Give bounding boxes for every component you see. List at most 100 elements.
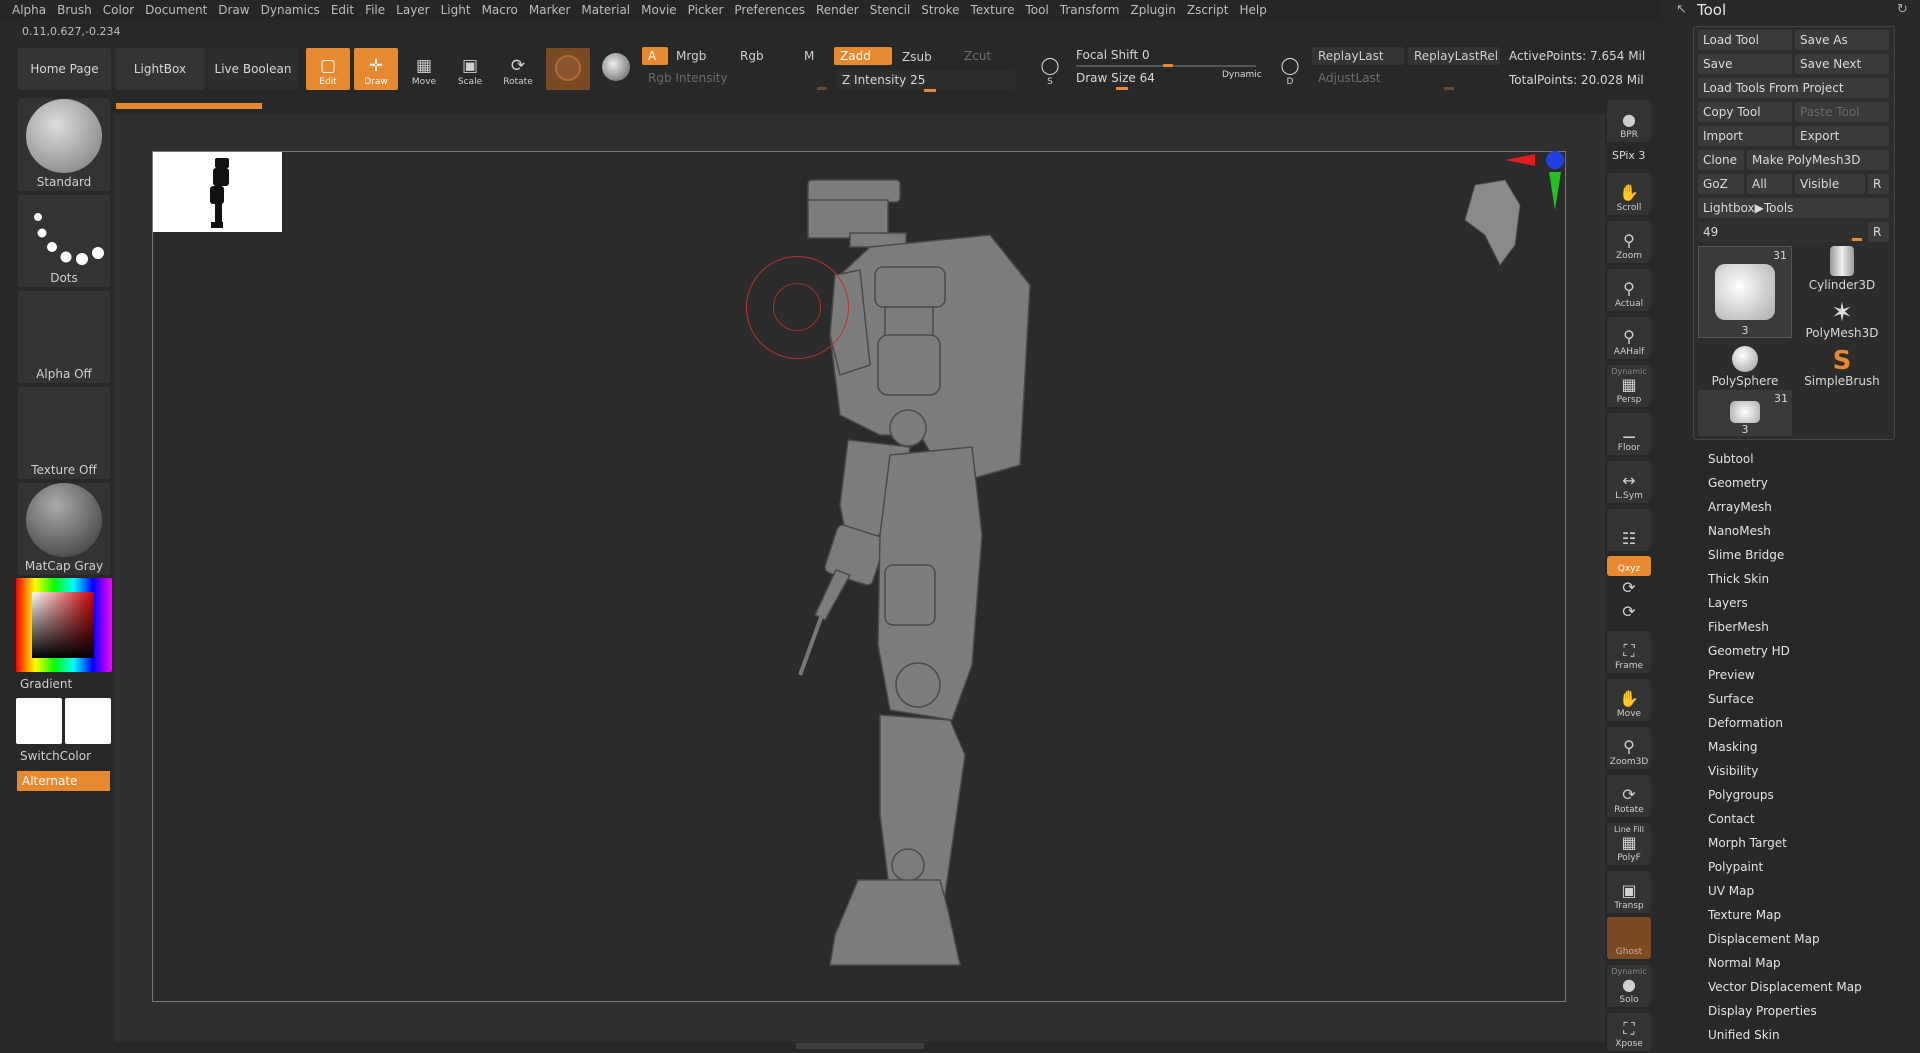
menu-material[interactable]: Material (581, 3, 630, 17)
menu-stroke[interactable]: Stroke (921, 3, 959, 17)
subpalette-deformation[interactable]: Deformation (1708, 716, 1783, 730)
tool-count-r-button[interactable]: R (1868, 222, 1889, 242)
bottom-shelf-toggle[interactable] (796, 1043, 924, 1049)
menu-brush[interactable]: Brush (57, 3, 92, 17)
polyf-button[interactable]: Line Fill ▦ PolyF (1607, 823, 1651, 865)
color-picker-square[interactable] (32, 592, 94, 658)
menu-stencil[interactable]: Stencil (870, 3, 911, 17)
load-tools-from-project-button[interactable]: Load Tools From Project (1698, 78, 1889, 98)
menu-picker[interactable]: Picker (688, 3, 724, 17)
menu-preferences[interactable]: Preferences (734, 3, 805, 17)
mrgb-toggle[interactable]: Mrgb (670, 47, 730, 65)
focal-shift-slider[interactable]: Focal Shift 0 (1070, 46, 1260, 64)
subpalette-thick-skin[interactable]: Thick Skin (1708, 572, 1769, 586)
material-selector[interactable]: MatCap Gray (18, 483, 110, 575)
subpalette-masking[interactable]: Masking (1708, 740, 1757, 754)
menu-movie[interactable]: Movie (641, 3, 677, 17)
subpalette-morph-target[interactable]: Morph Target (1708, 836, 1787, 850)
lightbox-button[interactable]: LightBox (115, 48, 205, 90)
tool-tile-robot[interactable]: 31 3 (1698, 246, 1792, 338)
save-as-button[interactable]: Save As (1795, 30, 1889, 50)
menu-color[interactable]: Color (103, 3, 134, 17)
clone-button[interactable]: Clone (1698, 150, 1744, 170)
actual-button[interactable]: ⚲ Actual (1607, 269, 1651, 311)
tool-palette-pin-icon[interactable]: ↖ (1676, 2, 1687, 17)
subpalette-preview[interactable]: Preview (1708, 668, 1755, 682)
tool-tile-robot-small[interactable]: 31 3 (1698, 390, 1792, 436)
menu-zplugin[interactable]: Zplugin (1131, 3, 1176, 17)
dynamic-label[interactable]: Dynamic (1222, 70, 1262, 80)
subpalette-polypaint[interactable]: Polypaint (1708, 860, 1763, 874)
scroll-button[interactable]: ✋ Scroll (1607, 173, 1651, 215)
tool-tile-simplebrush[interactable]: S SimpleBrush (1795, 342, 1889, 388)
subpalette-uv-map[interactable]: UV Map (1708, 884, 1754, 898)
menu-zscript[interactable]: Zscript (1187, 3, 1229, 17)
subpalette-display-properties[interactable]: Display Properties (1708, 1004, 1817, 1018)
zcut-toggle[interactable]: Zcut (958, 47, 1008, 65)
menu-help[interactable]: Help (1240, 3, 1267, 17)
tool-tile-polysphere[interactable]: PolySphere (1698, 342, 1792, 388)
copy-tool-button[interactable]: Copy Tool (1698, 102, 1792, 122)
adjust-last-slider[interactable]: AdjustLast (1312, 69, 1500, 87)
subpalette-polygroups[interactable]: Polygroups (1708, 788, 1774, 802)
dynamics-gizmo[interactable]: ◯ D (1268, 48, 1312, 90)
zoom-button[interactable]: ⚲ Zoom (1607, 221, 1651, 263)
subpalette-surface[interactable]: Surface (1708, 692, 1754, 706)
menu-edit[interactable]: Edit (331, 3, 354, 17)
menu-light[interactable]: Light (441, 3, 471, 17)
zsub-toggle[interactable]: Zsub (896, 48, 956, 66)
tool-tile-polymesh3d[interactable]: ✶ PolyMesh3D (1795, 294, 1889, 340)
subpalette-layers[interactable]: Layers (1708, 596, 1748, 610)
menu-file[interactable]: File (365, 3, 385, 17)
lock-button[interactable]: ☷ (1607, 509, 1651, 551)
goz-visible-button[interactable]: Visible (1795, 174, 1865, 194)
rotate-view-button[interactable]: ⟳ Rotate (1607, 775, 1651, 817)
alpha-selector[interactable]: Alpha Off (18, 291, 110, 383)
persp-button[interactable]: Dynamic ▦ Persp (1607, 365, 1651, 407)
replay-last-button[interactable]: ReplayLast (1312, 47, 1404, 65)
xyz-button[interactable]: Qxyz (1607, 556, 1651, 576)
z-intensity-slider[interactable]: Z Intensity 25 (836, 71, 1016, 89)
subpalette-normal-map[interactable]: Normal Map (1708, 956, 1781, 970)
subpalette-unified-skin[interactable]: Unified Skin (1708, 1028, 1780, 1042)
main-color-swatch[interactable] (16, 698, 62, 744)
goz-button[interactable]: GoZ (1698, 174, 1744, 194)
load-tool-button[interactable]: Load Tool (1698, 30, 1792, 50)
rotate-z-button[interactable]: ⟳ (1607, 603, 1651, 624)
subpalette-subtool[interactable]: Subtool (1708, 452, 1754, 466)
menu-transform[interactable]: Transform (1060, 3, 1120, 17)
menu-macro[interactable]: Macro (482, 3, 518, 17)
menu-marker[interactable]: Marker (529, 3, 570, 17)
subpalette-arraymesh[interactable]: ArrayMesh (1708, 500, 1772, 514)
bpr-button[interactable]: ● BPR (1607, 100, 1651, 142)
alternate-button[interactable]: Alternate (17, 771, 110, 791)
subpalette-visibility[interactable]: Visibility (1708, 764, 1758, 778)
rotate-y-button[interactable]: ⟳ (1607, 579, 1651, 600)
save-button[interactable]: Save (1698, 54, 1792, 74)
rotate-button[interactable]: ⟳ Rotate (496, 48, 540, 90)
frame-button[interactable]: ⛶ Frame (1607, 631, 1651, 673)
lsym-button[interactable]: ↔ L.Sym (1607, 461, 1651, 503)
brush-selector[interactable]: Standard (18, 98, 110, 191)
subpalette-nanomesh[interactable]: NanoMesh (1708, 524, 1771, 538)
focal-shift-gizmo[interactable]: ◯ S (1028, 48, 1072, 90)
move-view-button[interactable]: ✋ Move (1607, 679, 1651, 721)
menu-document[interactable]: Document (145, 3, 207, 17)
secondary-color-swatch[interactable] (65, 698, 111, 744)
texture-toggle-button[interactable] (594, 48, 638, 90)
paste-tool-button[interactable]: Paste Tool (1795, 102, 1889, 122)
menu-alpha[interactable]: Alpha (12, 3, 46, 17)
edit-button[interactable]: ▢ Edit (306, 48, 350, 90)
head-navigator-icon[interactable] (1460, 175, 1530, 275)
transp-button[interactable]: ▣ Transp (1607, 871, 1651, 913)
zadd-toggle[interactable]: Zadd (834, 47, 892, 65)
replay-last-rel-button[interactable]: ReplayLastRel (1408, 47, 1500, 65)
texture-selector[interactable]: Texture Off (18, 387, 110, 479)
tool-count-slider[interactable]: 49 (1698, 222, 1864, 242)
subpalette-slime-bridge[interactable]: Slime Bridge (1708, 548, 1784, 562)
floor-button[interactable]: ⚊ Floor (1607, 413, 1651, 455)
lightbox-tools-button[interactable]: Lightbox▶Tools (1698, 198, 1889, 218)
make-polymesh3d-button[interactable]: Make PolyMesh3D (1747, 150, 1889, 170)
navigator-thumbnail[interactable] (153, 152, 282, 232)
subpalette-geometry-hd[interactable]: Geometry HD (1708, 644, 1790, 658)
